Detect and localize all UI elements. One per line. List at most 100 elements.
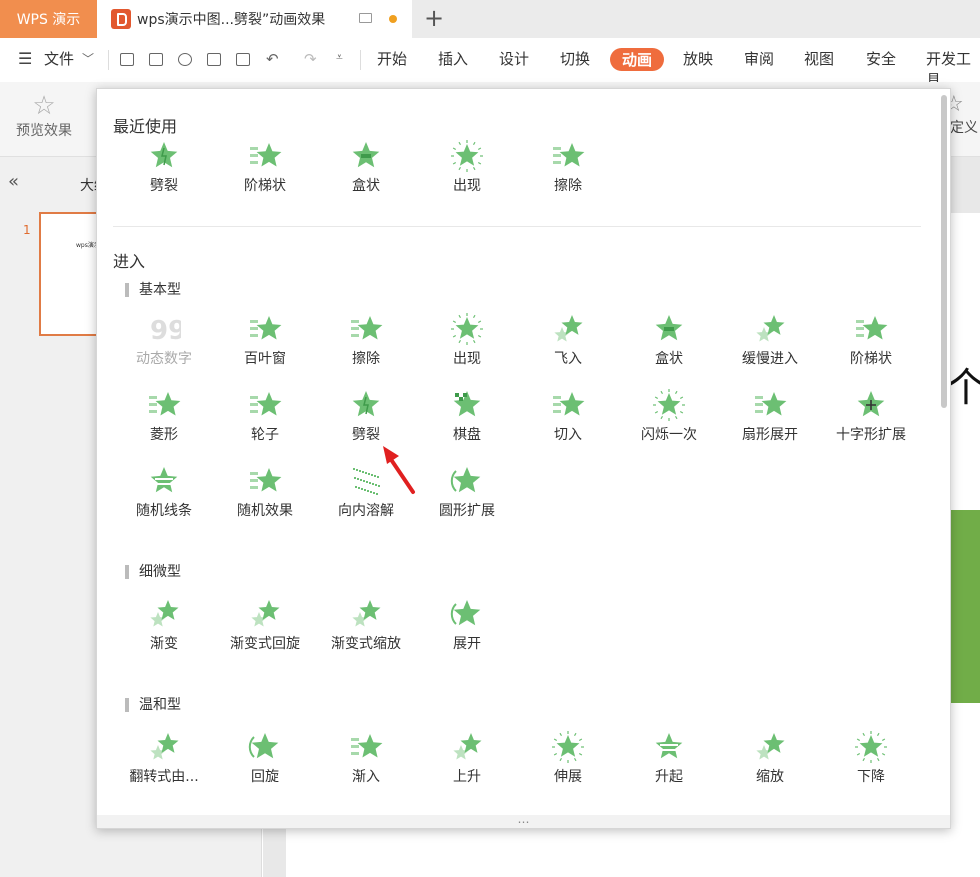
preview-effect-button[interactable]: ☆ 预览效果 [12,92,76,140]
effect-item[interactable]: 劈裂 [119,139,209,195]
customize-toolbar-icon[interactable]: ⩡ [336,50,343,65]
effect-item[interactable]: 展开 [422,597,512,653]
presentation-icon [111,9,131,29]
effect-item[interactable]: 阶梯状 [220,139,310,195]
effect-item[interactable]: 上升 [422,730,512,786]
effect-item[interactable]: 擦除 [523,139,613,195]
new-tab-plus-icon[interactable]: + [424,4,444,32]
chevron-down-icon[interactable]: ﹀ [82,50,94,67]
effect-item[interactable]: 99 动态数字 [119,312,209,368]
app-tab[interactable]: WPS 演示 [0,0,97,38]
effect-item[interactable]: 缩放 [725,730,815,786]
plus-effect-icon [854,388,888,422]
effect-item[interactable]: 伸展 [523,730,613,786]
divider [360,50,361,70]
scrollbar[interactable] [941,95,947,408]
slide-shape[interactable] [950,510,980,703]
effect-label: 飞入 [554,351,582,367]
redo-icon[interactable]: ↷ [304,50,317,68]
more-indicator[interactable]: … [97,813,950,828]
menu-tab[interactable]: 设计 [499,48,529,69]
document-tab[interactable]: wps演示中图...劈裂”动画效果 [97,0,412,38]
menu-tab[interactable]: 视图 [804,48,834,69]
effect-label: 百叶窗 [244,351,286,367]
effect-item[interactable]: 十字形扩展 [826,388,916,444]
effect-item[interactable]: 闪烁一次 [624,388,714,444]
effect-item[interactable]: 缓慢进入 [725,312,815,368]
effect-item[interactable]: 随机线条 [119,464,209,520]
circle-effect-icon [450,464,484,498]
svg-text:99: 99 [150,316,181,346]
effect-label: 扇形展开 [742,427,798,443]
effect-item[interactable]: 菱形 [119,388,209,444]
moderate-title: 温和型 [125,698,181,712]
effect-item[interactable]: 盒状 [321,139,411,195]
effect-item[interactable]: 渐变式回旋 [220,597,310,653]
effect-item[interactable]: 出现 [422,312,512,368]
recent-title: 最近使用 [113,117,178,136]
effect-item[interactable]: 回旋 [220,730,310,786]
effect-label: 轮子 [251,427,279,443]
stairs-effect-icon [248,139,282,173]
effect-item[interactable]: 渐变 [119,597,209,653]
swivel-effect-icon [248,730,282,764]
menu-tab[interactable]: 切换 [560,48,590,69]
print-icon[interactable] [207,53,221,66]
effect-item[interactable]: 向内溶解 [321,464,411,520]
effect-item[interactable]: 百叶窗 [220,312,310,368]
monitor-icon[interactable] [359,13,372,23]
file-menu[interactable]: 文件 [44,48,74,69]
effect-label: 出现 [453,351,481,367]
effect-item[interactable]: 飞入 [523,312,613,368]
effect-item[interactable]: 出现 [422,139,512,195]
effect-item[interactable]: 升起 [624,730,714,786]
menu-tab[interactable]: 动画 [610,48,665,71]
hamburger-icon[interactable]: ☰ [18,49,32,68]
effect-label: 随机效果 [237,503,293,519]
effect-item[interactable]: 圆形扩展 [422,464,512,520]
document-tab-label: wps演示中图...劈裂”动画效果 [137,12,326,28]
effect-label: 渐变 [150,636,178,652]
undo-icon[interactable]: ↶ [266,50,279,68]
effect-label: 十字形扩展 [836,427,906,443]
random-effect-icon [248,464,282,498]
zoom-effect-icon [753,730,787,764]
effect-item[interactable]: 扇形展开 [725,388,815,444]
effect-item[interactable]: 下降 [826,730,916,786]
box-effect-icon [349,139,383,173]
effect-label: 下降 [857,769,885,785]
effect-item[interactable]: 擦除 [321,312,411,368]
effect-label: 闪烁一次 [641,427,697,443]
effect-label: 切入 [554,427,582,443]
effect-item[interactable]: 切入 [523,388,613,444]
menu-tab[interactable]: 插入 [438,48,468,69]
menu-tab[interactable]: 开始 [377,48,407,69]
effect-label: 擦除 [554,178,582,194]
effect-item[interactable]: 轮子 [220,388,310,444]
open-folder-icon[interactable] [120,53,134,66]
wedge-effect-icon [753,388,787,422]
effect-item[interactable]: 渐入 [321,730,411,786]
effect-item[interactable]: 棋盘 [422,388,512,444]
menu-tab[interactable]: 放映 [683,48,713,69]
effect-label: 渐变式缩放 [331,636,401,652]
effect-item[interactable]: 劈裂 [321,388,411,444]
effect-label: 擦除 [352,351,380,367]
effect-item[interactable]: 盒状 [624,312,714,368]
effect-item[interactable]: 阶梯状 [826,312,916,368]
preview-label: 预览效果 [16,123,72,139]
save-icon[interactable] [149,53,163,66]
print-preview-icon[interactable] [236,53,250,66]
effect-item[interactable]: 随机效果 [220,464,310,520]
effect-item[interactable]: 渐变式缩放 [321,597,411,653]
ascend-effect-icon [652,730,686,764]
fade-effect-icon [147,597,181,631]
effect-label: 阶梯状 [244,178,286,194]
menu-bar: ☰ 文件 ﹀ ↶ ↷ ⩡ 开始 插入 设计 切换 动画 放映 审阅 视图 安全 开发工具 [0,38,980,89]
menu-tab[interactable]: 安全 [866,48,896,69]
menu-tab[interactable]: 审阅 [744,48,774,69]
effect-label: 盒状 [655,351,683,367]
effect-item[interactable]: 翻转式由... [119,730,209,786]
collapse-panel-icon[interactable]: « [8,171,19,192]
format-painter-icon[interactable] [178,53,192,66]
